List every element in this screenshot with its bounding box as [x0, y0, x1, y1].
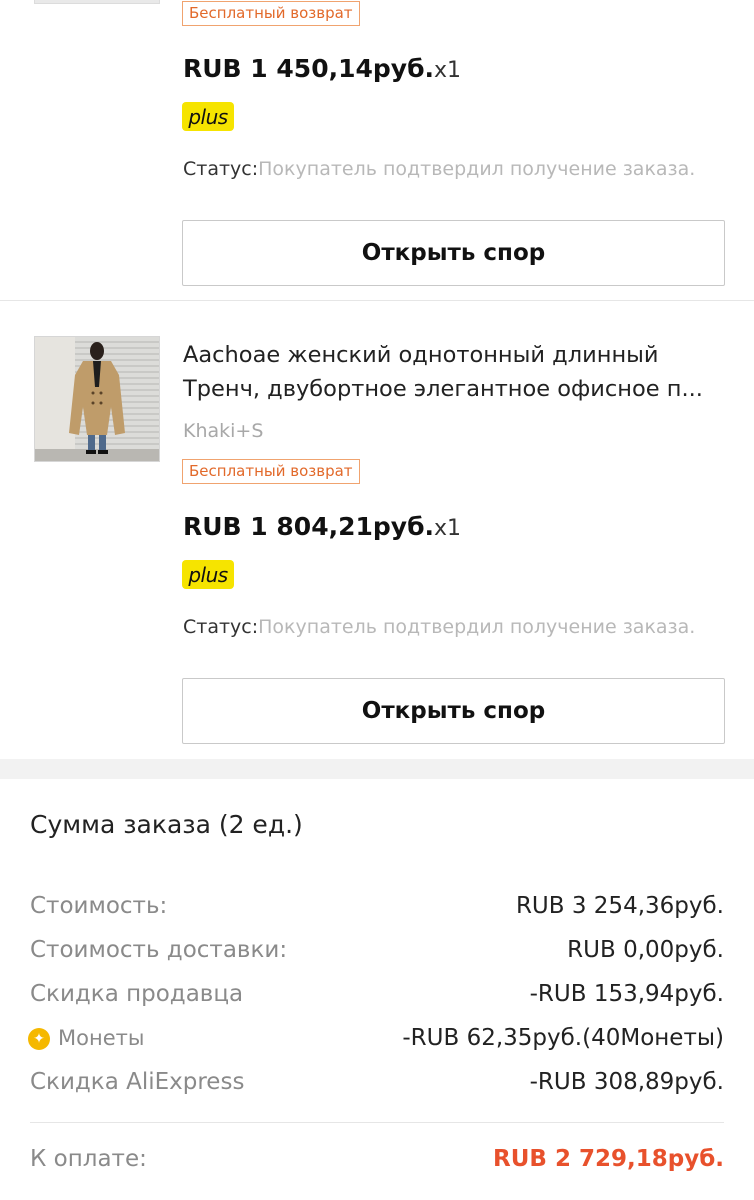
product-title-line: Aachoae женский однотонный длинный [183, 342, 659, 368]
open-dispute-button[interactable]: Открыть спор [182, 678, 725, 744]
price-amount: RUB 1 804,21руб. [183, 512, 435, 541]
quantity: x1 [434, 516, 462, 541]
coins-value: -RUB 62,35руб.(40Монеты) [402, 1025, 724, 1051]
plus-label: plus [188, 104, 228, 129]
coins-label: Монеты [58, 1026, 145, 1050]
shipping-label: Стоимость доставки: [30, 937, 288, 963]
order-status: Статус:Покупатель подтвердил получение з… [183, 616, 695, 638]
total-label: К оплате: [30, 1146, 147, 1172]
total-value: RUB 2 729,18руб. [493, 1146, 724, 1172]
free-return-badge: Бесплатный возврат [182, 1, 360, 26]
product-title[interactable]: Aachoae женский однотонный длинный Тренч… [183, 338, 743, 406]
plus-badge: plus [182, 560, 234, 589]
aliexpress-discount-label: Скидка AliExpress [30, 1069, 245, 1095]
status-value: Покупатель подтвердил получение заказа. [258, 616, 696, 638]
open-dispute-button[interactable]: Открыть спор [182, 220, 725, 286]
shipping-value: RUB 0,00руб. [567, 937, 724, 963]
order-status: Статус:Покупатель подтвердил получение з… [183, 158, 695, 180]
trench-coat-photo [35, 337, 159, 461]
product-thumbnail[interactable] [34, 336, 160, 462]
order-summary-title: Сумма заказа (2 ед.) [30, 810, 303, 839]
seller-discount-label: Скидка продавца [30, 981, 244, 1007]
section-separator [0, 759, 754, 779]
price-amount: RUB 1 450,14руб. [183, 54, 435, 83]
quantity: x1 [434, 58, 462, 83]
item-price: RUB 1 450,14руб.x1 [183, 54, 461, 83]
aliexpress-discount-value: -RUB 308,89руб. [529, 1069, 724, 1095]
plus-badge: plus [182, 102, 234, 131]
product-variant: Khaki+S [183, 420, 264, 442]
item-price: RUB 1 804,21руб.x1 [183, 512, 461, 541]
total-divider [30, 1122, 724, 1123]
subtotal-value: RUB 3 254,36руб. [515, 893, 724, 919]
status-label: Статус: [183, 158, 259, 180]
coin-icon: ✦ [28, 1028, 50, 1050]
seller-discount-value: -RUB 153,94руб. [529, 981, 724, 1007]
item-divider [0, 300, 754, 301]
subtotal-label: Стоимость: [30, 893, 168, 919]
product-title-line: Тренч, двубортное элегантное офисное п..… [183, 376, 703, 402]
plus-label: plus [188, 562, 228, 587]
product-thumbnail[interactable] [34, 0, 160, 4]
status-label: Статус: [183, 616, 259, 638]
free-return-badge: Бесплатный возврат [182, 459, 360, 484]
status-value: Покупатель подтвердил получение заказа. [258, 158, 696, 180]
